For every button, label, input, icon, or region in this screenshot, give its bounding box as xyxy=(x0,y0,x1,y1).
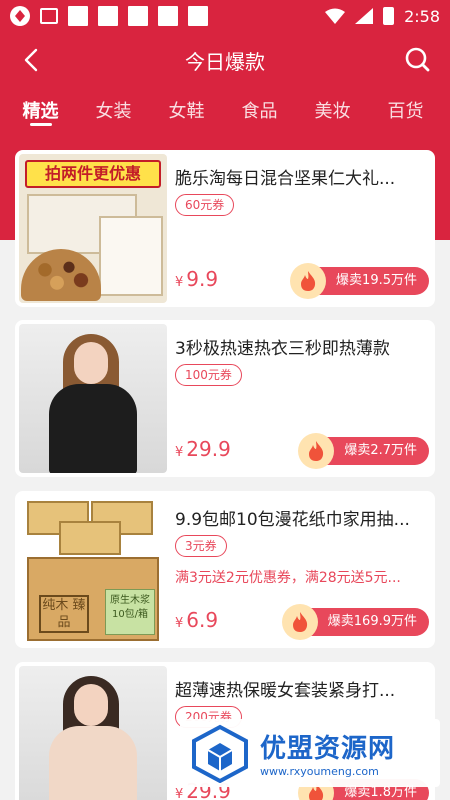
model-outfit xyxy=(49,726,137,800)
title-bar: 今日爆款 xyxy=(0,32,450,88)
product-box xyxy=(99,216,163,296)
product-title: 3秒极热速热衣三秒即热薄款 xyxy=(175,339,390,359)
image-notification-icon xyxy=(40,8,58,24)
category-tabs: 精选 女装 女鞋 食品 美妆 百货 xyxy=(0,88,450,134)
notification-icon xyxy=(68,6,88,26)
currency-symbol: ¥ xyxy=(175,787,184,800)
fire-icon xyxy=(281,604,318,640)
tab-shipin[interactable]: 食品 xyxy=(223,88,296,134)
price-value: 29.9 xyxy=(186,437,231,461)
image-promo-banner: 拍两件更优惠 xyxy=(25,160,161,188)
hot-sales-text: 爆卖19.5万件 xyxy=(336,273,417,288)
product-price: ¥9.9 xyxy=(175,267,218,291)
product-price: ¥29.9 xyxy=(175,437,231,461)
model-face xyxy=(74,684,108,726)
tab-jingxuan[interactable]: 精选 xyxy=(4,88,77,134)
signal-icon xyxy=(355,8,374,24)
search-icon[interactable] xyxy=(404,46,430,72)
product-card[interactable]: 纯木 臻品 原生木浆 10包/箱 9.9包邮10包漫花纸巾家用抽... 3元券 … xyxy=(15,491,435,648)
coupon-badge[interactable]: 60元券 xyxy=(175,194,235,216)
carton-label: 原生木浆 10包/箱 xyxy=(105,589,155,635)
price-value: 6.9 xyxy=(186,608,219,632)
currency-symbol: ¥ xyxy=(175,616,184,631)
product-title: 脆乐淘每日混合坚果仁大礼... xyxy=(175,169,396,189)
carton-mark: 纯木 臻品 xyxy=(39,595,89,633)
notification-icon xyxy=(128,6,148,26)
price-value: 9.9 xyxy=(186,267,219,291)
battery-icon xyxy=(383,7,395,25)
wifi-icon xyxy=(325,8,346,24)
tab-nvxie[interactable]: 女鞋 xyxy=(150,88,223,134)
product-image: 纯木 臻品 原生木浆 10包/箱 xyxy=(19,495,167,644)
fire-icon xyxy=(290,263,327,299)
hot-sales-badge: 爆卖19.5万件 xyxy=(290,263,429,299)
hot-sales-text: 爆卖1.8万件 xyxy=(344,785,417,800)
app-notification-icon xyxy=(10,6,30,26)
cube-logo-icon xyxy=(192,724,248,783)
coupon-badge[interactable]: 100元券 xyxy=(175,364,242,386)
tissue-carton: 纯木 臻品 原生木浆 10包/箱 xyxy=(27,557,159,641)
currency-symbol: ¥ xyxy=(175,275,184,290)
product-title: 超薄速热保暖女套装紧身打... xyxy=(175,681,396,701)
fire-icon xyxy=(298,433,335,469)
site-watermark: 优盟资源网 www.rxyoumeng.com xyxy=(180,719,440,787)
status-time: 2:58 xyxy=(404,6,440,26)
nut-pile xyxy=(21,249,101,301)
model-face xyxy=(74,342,108,384)
product-title: 9.9包邮10包漫花纸巾家用抽... xyxy=(175,510,410,530)
notification-icon xyxy=(188,6,208,26)
product-card[interactable]: 拍两件更优惠 脆乐淘每日混合坚果仁大礼... 60元券 ¥9.9 爆卖19.5万… xyxy=(15,150,435,307)
tab-meizhuang[interactable]: 美妆 xyxy=(296,88,369,134)
tab-nvzhuang[interactable]: 女装 xyxy=(77,88,150,134)
promo-text: 满3元送2元优惠券，满28元送5元... xyxy=(175,570,401,586)
status-bar: 2:58 xyxy=(0,0,450,32)
page-title: 今日爆款 xyxy=(185,50,265,74)
model-outfit xyxy=(49,384,137,473)
watermark-name: 优盟资源网 xyxy=(260,734,396,764)
product-image: 拍两件更优惠 xyxy=(19,154,167,303)
notification-icon xyxy=(158,6,178,26)
coupon-badge[interactable]: 3元券 xyxy=(175,535,227,557)
hot-sales-text: 爆卖169.9万件 xyxy=(327,614,417,629)
watermark-url: www.rxyoumeng.com xyxy=(260,765,379,778)
product-image xyxy=(19,666,167,800)
tissue-pack xyxy=(59,521,121,555)
product-card[interactable]: 3秒极热速热衣三秒即热薄款 100元券 ¥29.9 爆卖2.7万件 xyxy=(15,320,435,477)
hot-sales-text: 爆卖2.7万件 xyxy=(344,443,417,458)
product-image xyxy=(19,324,167,473)
notification-icon xyxy=(98,6,118,26)
hot-sales-badge: 爆卖169.9万件 xyxy=(281,604,429,640)
hot-sales-badge: 爆卖2.7万件 xyxy=(298,433,429,469)
currency-symbol: ¥ xyxy=(175,445,184,460)
tab-baihuo[interactable]: 百货 xyxy=(369,88,442,134)
product-price: ¥6.9 xyxy=(175,608,218,632)
